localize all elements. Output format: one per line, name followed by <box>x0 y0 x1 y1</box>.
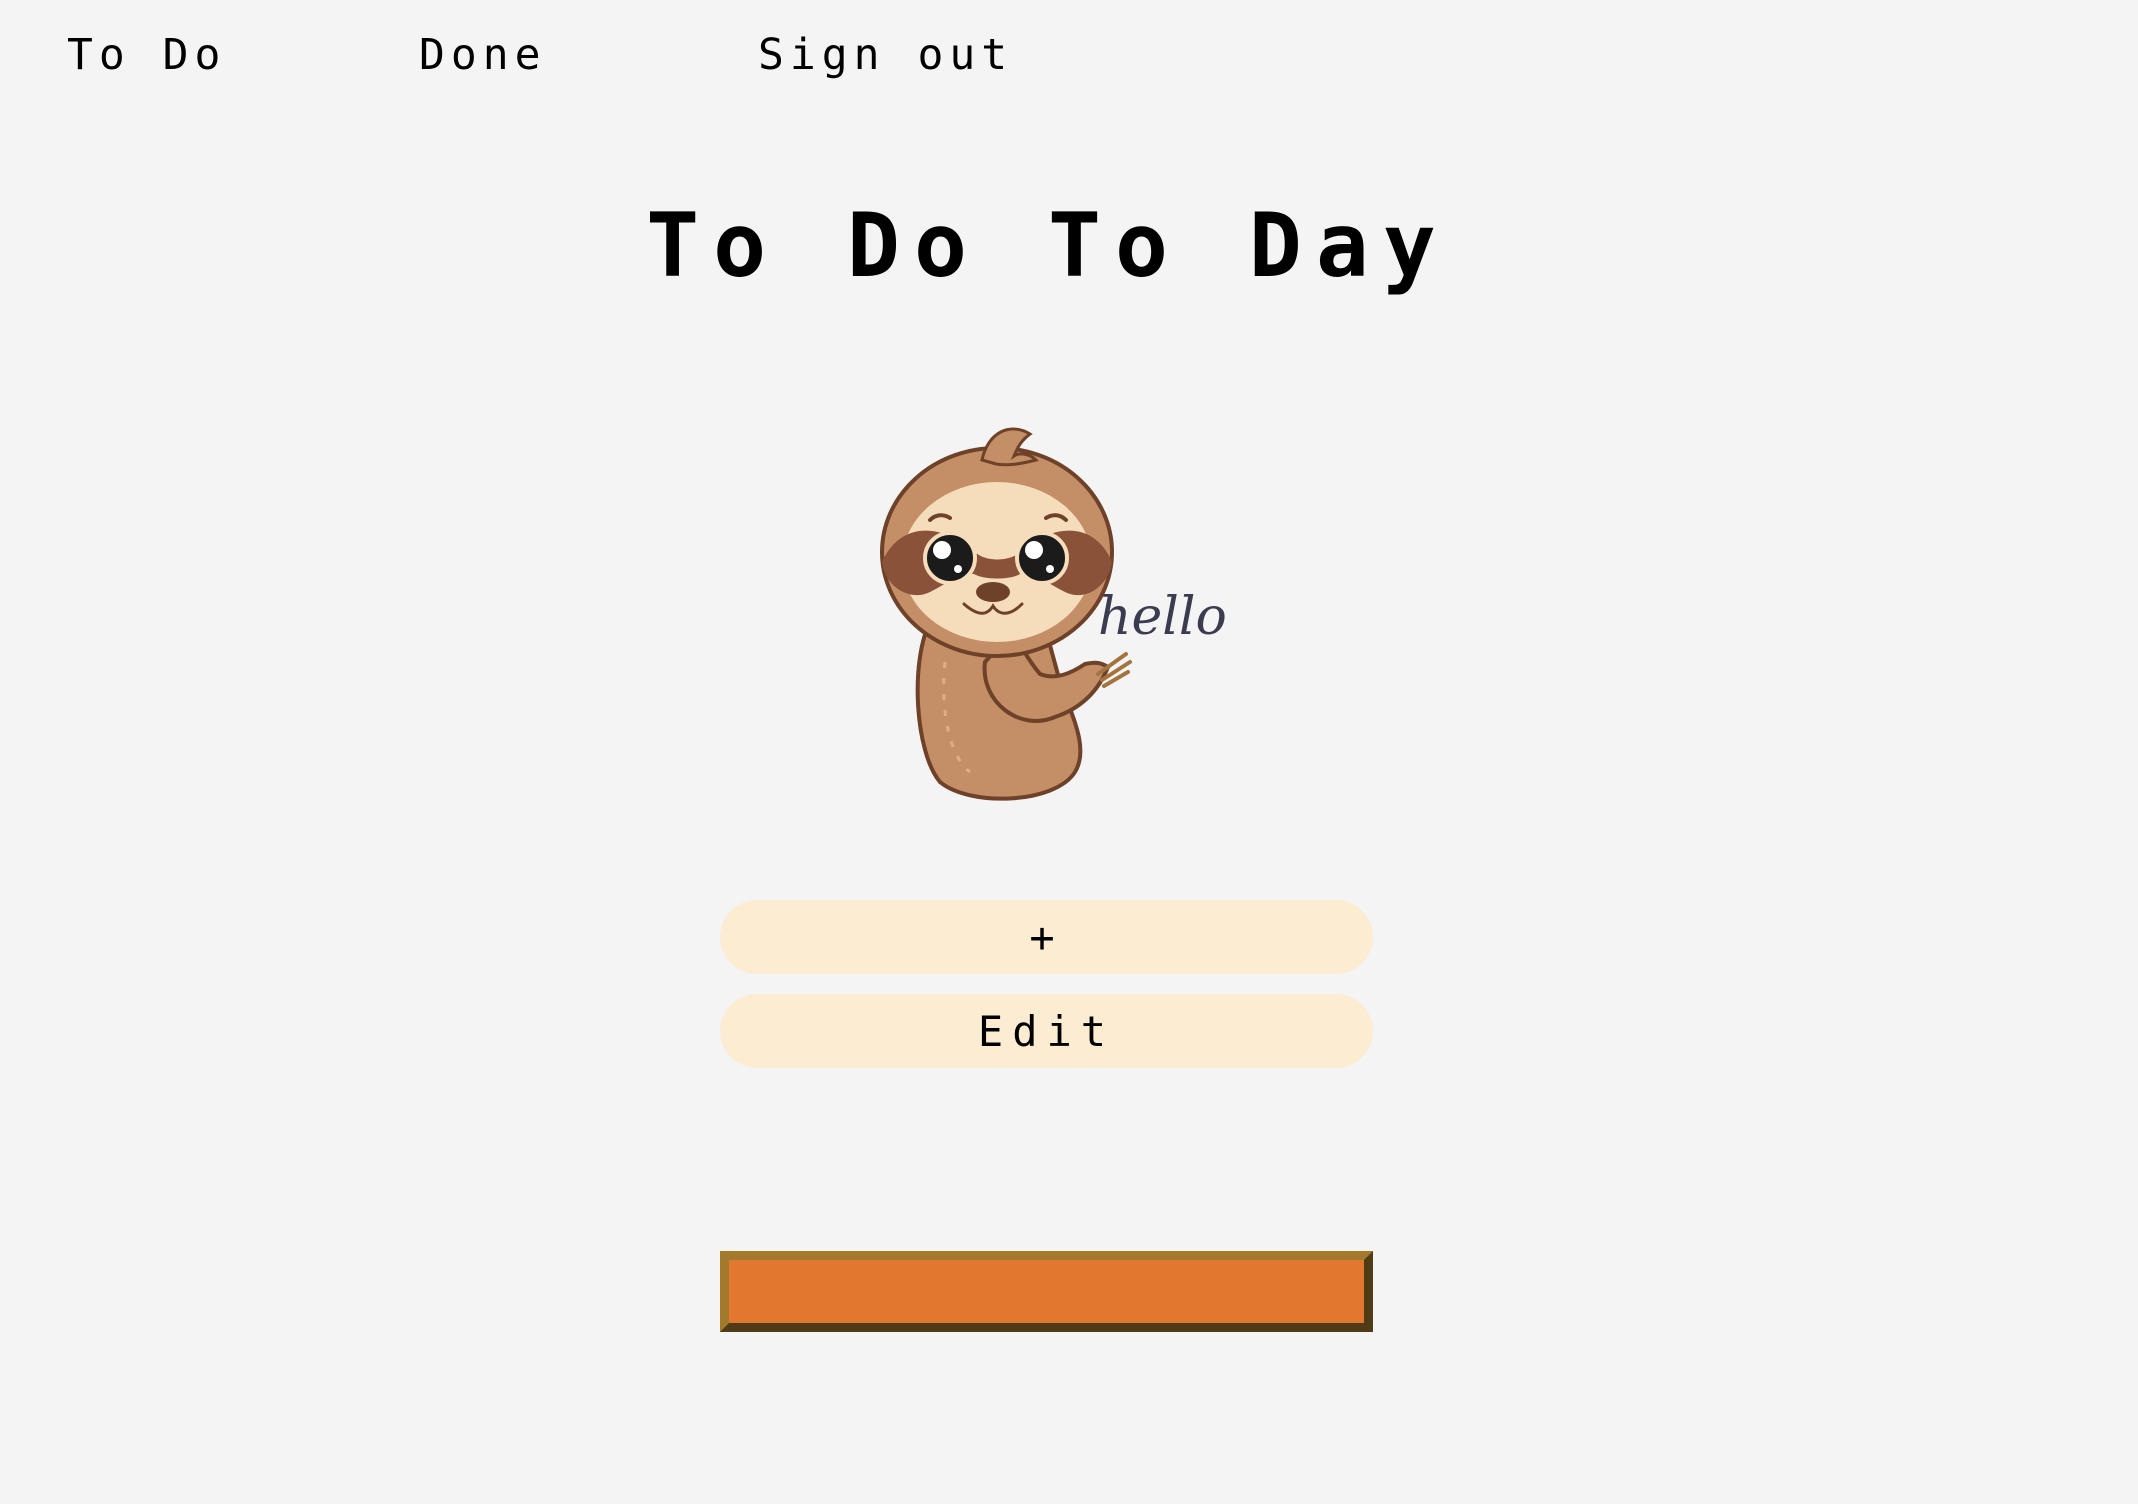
page-title: To Do To Day <box>646 194 1450 297</box>
nav-todo-link[interactable]: To Do <box>67 30 226 80</box>
nav-signout-link[interactable]: Sign out <box>758 30 1013 80</box>
add-task-button[interactable]: + <box>720 900 1373 974</box>
top-nav: To Do Done Sign out <box>0 0 2138 120</box>
task-input[interactable] <box>720 1251 1373 1332</box>
nav-done-link[interactable]: Done <box>419 30 547 80</box>
sloth-mascot-image: hello <box>880 427 1227 801</box>
edit-button[interactable]: Edit <box>720 994 1373 1068</box>
mascot-hello-text: hello <box>1098 587 1227 647</box>
